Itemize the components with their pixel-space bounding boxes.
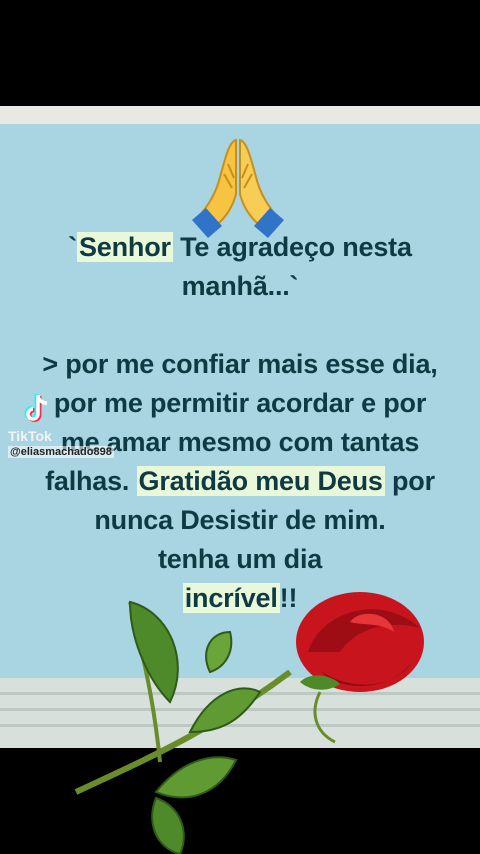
message-line: nunca Desistir de mim. <box>94 505 386 535</box>
praying-hands-icon <box>192 138 284 238</box>
tiktok-brand-label: TikTok <box>8 428 52 444</box>
message-line: por me permitir acordar e por <box>53 388 427 418</box>
highlight-senhor: Senhor <box>76 232 173 262</box>
message-line: > por me confiar mais esse dia, <box>42 349 438 379</box>
message-line: falhas. Gratidão meu Deus por <box>45 466 435 496</box>
tiktok-logo-icon <box>24 394 48 422</box>
message-line: `Senhor Te agradeço nesta <box>68 232 412 262</box>
prayer-message: `Senhor Te agradeço nesta manhã...` > po… <box>0 228 480 618</box>
tiktok-username: @eliasmachado898 <box>8 446 114 458</box>
message-line: manhã...` <box>181 271 299 301</box>
red-rose-illustration <box>74 592 424 854</box>
highlight-gratidao: Gratidão meu Deus <box>136 466 385 496</box>
message-line: tenha um dia <box>157 544 323 574</box>
